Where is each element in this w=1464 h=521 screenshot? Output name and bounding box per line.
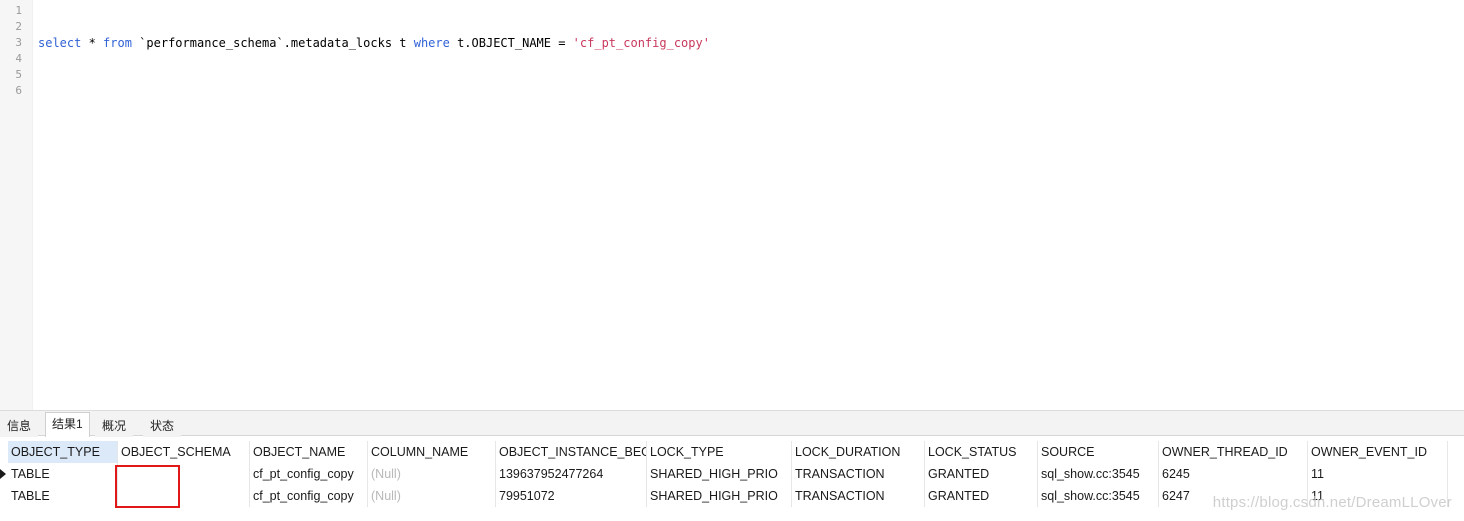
cell-lock-type[interactable]: SHARED_HIGH_PRIO [647,463,792,485]
sql-query-line[interactable]: select * from `performance_schema`.metad… [38,35,710,51]
cell-source[interactable]: sql_show.cc:3545 [1038,463,1159,485]
current-row-indicator-icon [0,469,6,479]
tab-status[interactable]: 状态 [143,414,182,437]
column-header-owner-event-id[interactable]: OWNER_EVENT_ID [1308,441,1448,463]
where-condition: t.OBJECT_NAME = [449,36,573,50]
column-header-owner-thread-id[interactable]: OWNER_THREAD_ID [1159,441,1308,463]
cell-owner-thread-id[interactable]: 6245 [1159,463,1308,485]
sql-editor[interactable]: 1 2 3 4 5 6 select * from `performance_s… [0,0,1464,410]
annotation-highlight-box [115,465,180,508]
line-number: 2 [15,20,22,33]
line-number: 5 [15,68,22,81]
cell-object-type[interactable]: TABLE [8,485,118,507]
keyword-where: where [413,36,450,50]
keyword-select: select [38,36,82,50]
cell-object-name[interactable]: cf_pt_config_copy [250,463,368,485]
cell-owner-event-id[interactable]: 11 [1308,463,1448,485]
cell-object-name[interactable]: cf_pt_config_copy [250,485,368,507]
table-reference: `performance_schema`.metadata_locks t [131,36,414,50]
cell-object-instance-begin[interactable]: 79951072 [496,485,647,507]
cell-object-instance-begin[interactable]: 139637952477264 [496,463,647,485]
column-header-source[interactable]: SOURCE [1038,441,1159,463]
cell-column-name[interactable]: (Null) [368,485,496,507]
line-number-gutter: 1 2 3 4 5 6 [0,0,33,410]
cell-source[interactable]: sql_show.cc:3545 [1038,485,1159,507]
column-header-lock-type[interactable]: LOCK_TYPE [647,441,792,463]
column-header-object-name[interactable]: OBJECT_NAME [250,441,368,463]
cell-lock-status[interactable]: GRANTED [925,463,1038,485]
line-number: 3 [15,36,22,49]
string-literal: 'cf_pt_config_copy' [572,36,710,50]
keyword-from: from [103,36,132,50]
cell-lock-status[interactable]: GRANTED [925,485,1038,507]
column-header-object-type[interactable]: OBJECT_TYPE [8,441,118,463]
tab-info[interactable]: 信息 [0,414,39,437]
result-tab-bar: 信息 结果1 概况 状态 [0,410,1464,437]
tab-result-1[interactable]: 结果1 [45,412,90,437]
column-header-column-name[interactable]: COLUMN_NAME [368,441,496,463]
cell-column-name[interactable]: (Null) [368,463,496,485]
cell-object-type[interactable]: TABLE [8,463,118,485]
tab-profile[interactable]: 概况 [95,414,134,437]
select-star: * [81,36,104,50]
column-header-lock-status[interactable]: LOCK_STATUS [925,441,1038,463]
line-number: 6 [15,84,22,97]
column-header-object-instance-begin[interactable]: OBJECT_INSTANCE_BEGIN [496,441,647,463]
column-header-object-schema[interactable]: OBJECT_SCHEMA [118,441,250,463]
column-header-lock-duration[interactable]: LOCK_DURATION [792,441,925,463]
line-number: 4 [15,52,22,65]
line-number: 1 [15,4,22,17]
watermark-text: https://blog.csdn.net/DreamLLOver [1212,494,1452,511]
cell-lock-duration[interactable]: TRANSACTION [792,463,925,485]
cell-lock-type[interactable]: SHARED_HIGH_PRIO [647,485,792,507]
cell-lock-duration[interactable]: TRANSACTION [792,485,925,507]
